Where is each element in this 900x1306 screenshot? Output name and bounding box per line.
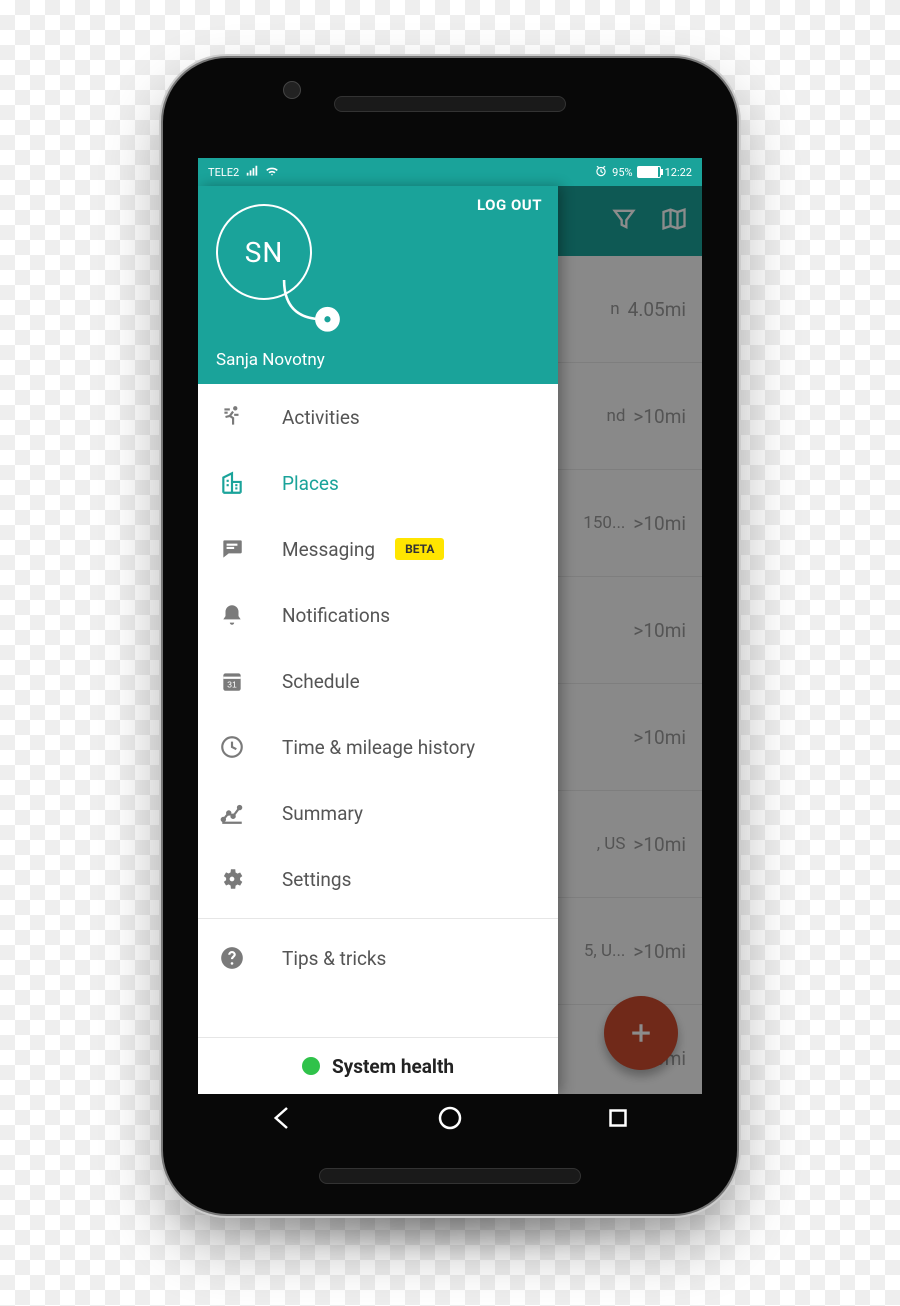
system-health-label: System health <box>332 1055 454 1078</box>
chart-icon <box>218 799 246 827</box>
phone-frame: TELE2 95% 12:22 n4.05mi <box>161 56 739 1216</box>
nav-label: Activities <box>282 406 360 429</box>
drawer-menu: Activities Places Messaging BETA Notific… <box>198 384 558 1037</box>
wifi-icon <box>265 164 279 181</box>
nav-label: Summary <box>282 802 363 825</box>
android-nav-bar <box>198 1094 702 1146</box>
nav-label: Places <box>282 472 339 495</box>
screen: TELE2 95% 12:22 n4.05mi <box>198 158 702 1094</box>
nav-drawer: LOG OUT SN Sanja Novotny Activities Plac… <box>198 186 558 1094</box>
logout-button[interactable]: LOG OUT <box>477 196 542 214</box>
avatar-initials: SN <box>245 236 284 269</box>
nav-label: Tips & tricks <box>282 947 386 970</box>
message-icon <box>218 535 246 563</box>
nav-item-schedule[interactable]: 31 Schedule <box>198 648 558 714</box>
phone-camera <box>283 81 301 99</box>
nav-item-tips[interactable]: Tips & tricks <box>198 925 558 991</box>
nav-item-history[interactable]: Time & mileage history <box>198 714 558 780</box>
system-health-button[interactable]: System health <box>198 1037 558 1094</box>
nav-item-places[interactable]: Places <box>198 450 558 516</box>
avatar-tail-icon <box>282 280 344 342</box>
svg-text:31: 31 <box>227 680 237 690</box>
calendar-icon: 31 <box>218 667 246 695</box>
status-bar: TELE2 95% 12:22 <box>198 158 702 186</box>
run-icon <box>218 403 246 431</box>
bell-icon <box>218 601 246 629</box>
nav-label: Time & mileage history <box>282 736 475 759</box>
nav-item-settings[interactable]: Settings <box>198 846 558 912</box>
gear-icon <box>218 865 246 893</box>
carrier-label: TELE2 <box>208 166 239 179</box>
nav-item-messaging[interactable]: Messaging BETA <box>198 516 558 582</box>
nav-item-activities[interactable]: Activities <box>198 384 558 450</box>
menu-divider <box>198 918 558 919</box>
battery-pct: 95% <box>612 166 632 179</box>
beta-badge: BETA <box>395 538 444 560</box>
home-button[interactable] <box>435 1103 465 1137</box>
nav-item-notifications[interactable]: Notifications <box>198 582 558 648</box>
nav-label: Notifications <box>282 604 390 627</box>
nav-item-summary[interactable]: Summary <box>198 780 558 846</box>
help-icon <box>218 944 246 972</box>
battery-icon <box>637 166 661 178</box>
recent-button[interactable] <box>603 1103 633 1137</box>
status-dot-icon <box>302 1057 320 1075</box>
drawer-header: LOG OUT SN Sanja Novotny <box>198 186 558 384</box>
clock-label: 12:22 <box>665 166 692 179</box>
nav-label: Settings <box>282 868 351 891</box>
back-button[interactable] <box>267 1103 297 1137</box>
nav-label: Schedule <box>282 670 360 693</box>
signal-icon <box>245 164 259 181</box>
username-label: Sanja Novotny <box>216 350 540 370</box>
clock-icon <box>218 733 246 761</box>
building-icon <box>218 469 246 497</box>
alarm-icon <box>594 164 608 181</box>
nav-label: Messaging <box>282 538 375 561</box>
